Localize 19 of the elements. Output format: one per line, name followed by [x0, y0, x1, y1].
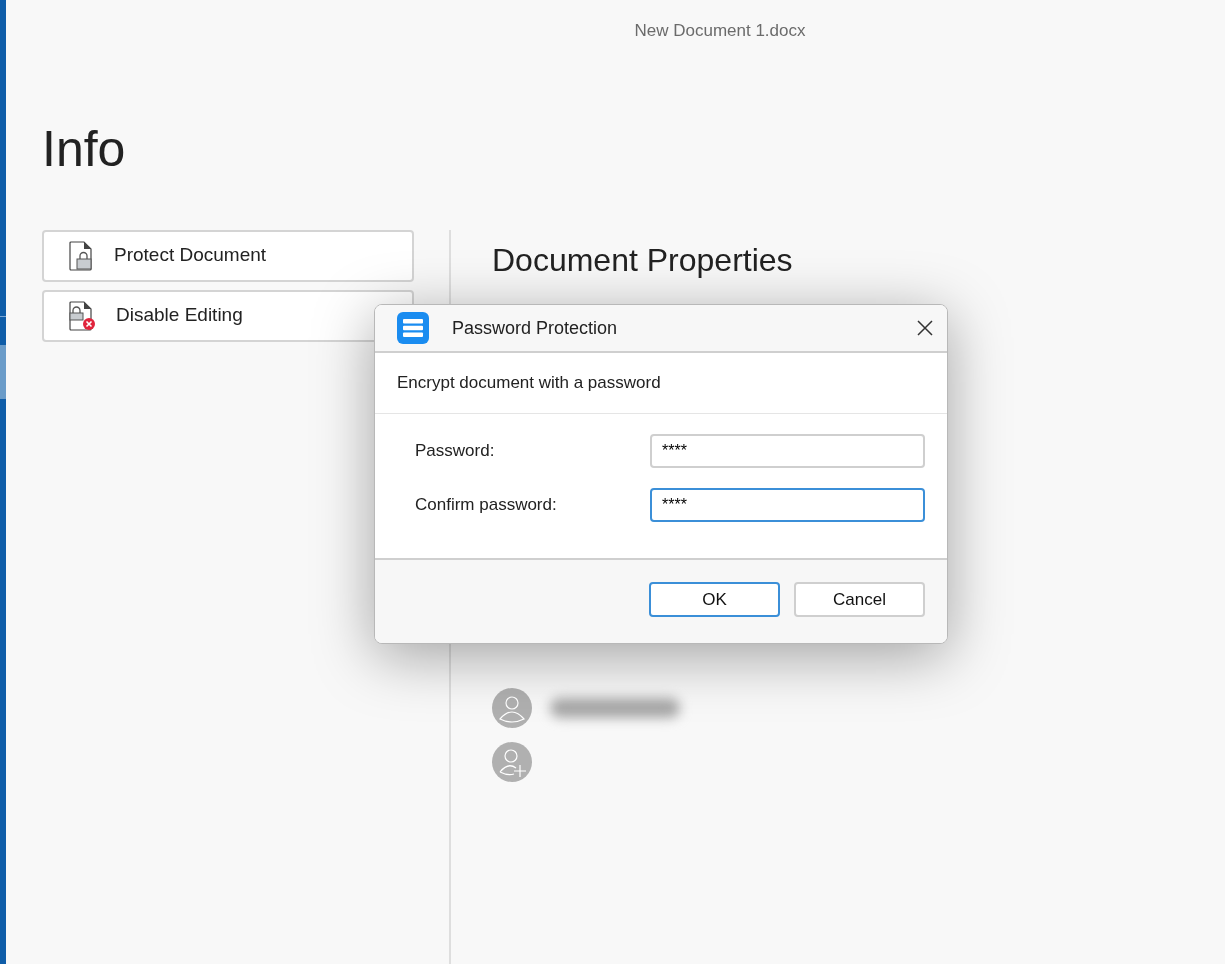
- locked-document-icon: [68, 240, 94, 271]
- password-field[interactable]: ****: [650, 488, 925, 522]
- locked-document-error-icon: [68, 300, 96, 331]
- dialog-subtitle: Encrypt document with a password: [397, 372, 661, 395]
- app-icon: [397, 312, 429, 344]
- field-label: Confirm password:: [415, 494, 557, 517]
- password-field[interactable]: ****: [650, 434, 925, 468]
- action-button[interactable]: Disable Editing: [42, 289, 414, 342]
- field-label: Password:: [415, 440, 495, 463]
- dialog-title: Password Protection: [452, 316, 619, 340]
- dialog-button[interactable]: Cancel: [794, 582, 925, 617]
- add-user-icon[interactable]: [492, 741, 532, 782]
- window-title: New Document 1.docx: [634, 20, 806, 42]
- close-icon[interactable]: [917, 320, 933, 336]
- action-button[interactable]: Protect Document: [42, 229, 414, 282]
- page-heading: Info: [42, 123, 127, 174]
- user-avatar-icon[interactable]: [492, 687, 532, 728]
- dialog-button[interactable]: OK: [649, 582, 780, 617]
- section-heading: Document Properties: [492, 240, 793, 280]
